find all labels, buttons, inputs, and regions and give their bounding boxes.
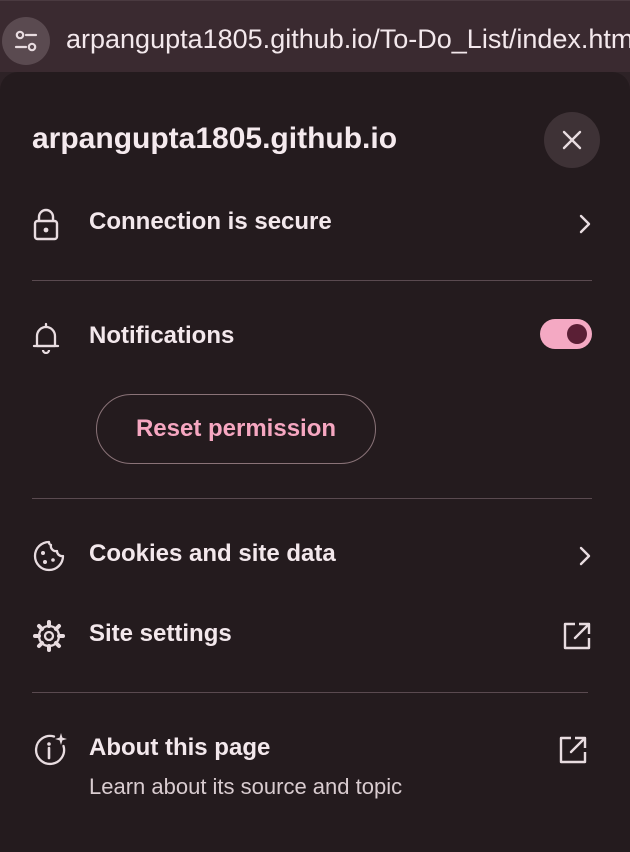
site-info-button[interactable]	[2, 17, 50, 65]
cookies-row[interactable]: Cookies and site data	[32, 536, 592, 576]
close-button[interactable]	[544, 112, 600, 168]
close-icon	[561, 129, 583, 151]
gear-icon	[32, 618, 72, 654]
cookies-label: Cookies and site data	[89, 540, 336, 567]
site-info-popup: arpangupta1805.github.io Connection is s…	[0, 72, 630, 852]
notifications-row: Notifications	[32, 318, 592, 358]
tune-icon	[12, 27, 40, 55]
bell-icon	[32, 320, 72, 356]
lock-icon	[32, 206, 72, 242]
about-label: About this page	[89, 734, 271, 761]
notifications-label: Notifications	[89, 322, 235, 349]
connection-security-row[interactable]: Connection is secure	[32, 204, 592, 244]
divider	[32, 692, 588, 693]
url-bar[interactable]: arpangupta1805.github.io/To-Do_List/inde…	[0, 0, 630, 72]
open-external-icon	[552, 620, 592, 652]
chevron-right-icon	[552, 540, 592, 572]
site-settings-label: Site settings	[89, 620, 232, 647]
info-sparkle-icon	[32, 732, 72, 768]
open-external-icon	[548, 734, 588, 766]
divider	[32, 498, 592, 499]
toggle-knob	[567, 324, 587, 344]
cookie-icon	[32, 538, 72, 574]
about-page-row[interactable]: About this page	[32, 730, 592, 770]
reset-permission-button[interactable]: Reset permission	[96, 394, 376, 464]
notifications-toggle[interactable]	[540, 319, 592, 349]
site-title: arpangupta1805.github.io	[32, 122, 398, 155]
chevron-right-icon	[552, 208, 592, 240]
site-settings-row[interactable]: Site settings	[32, 616, 592, 656]
url-text[interactable]: arpangupta1805.github.io/To-Do_List/inde…	[66, 21, 630, 57]
connection-label: Connection is secure	[89, 208, 332, 235]
about-sublabel: Learn about its source and topic	[89, 774, 403, 799]
divider	[32, 280, 592, 281]
